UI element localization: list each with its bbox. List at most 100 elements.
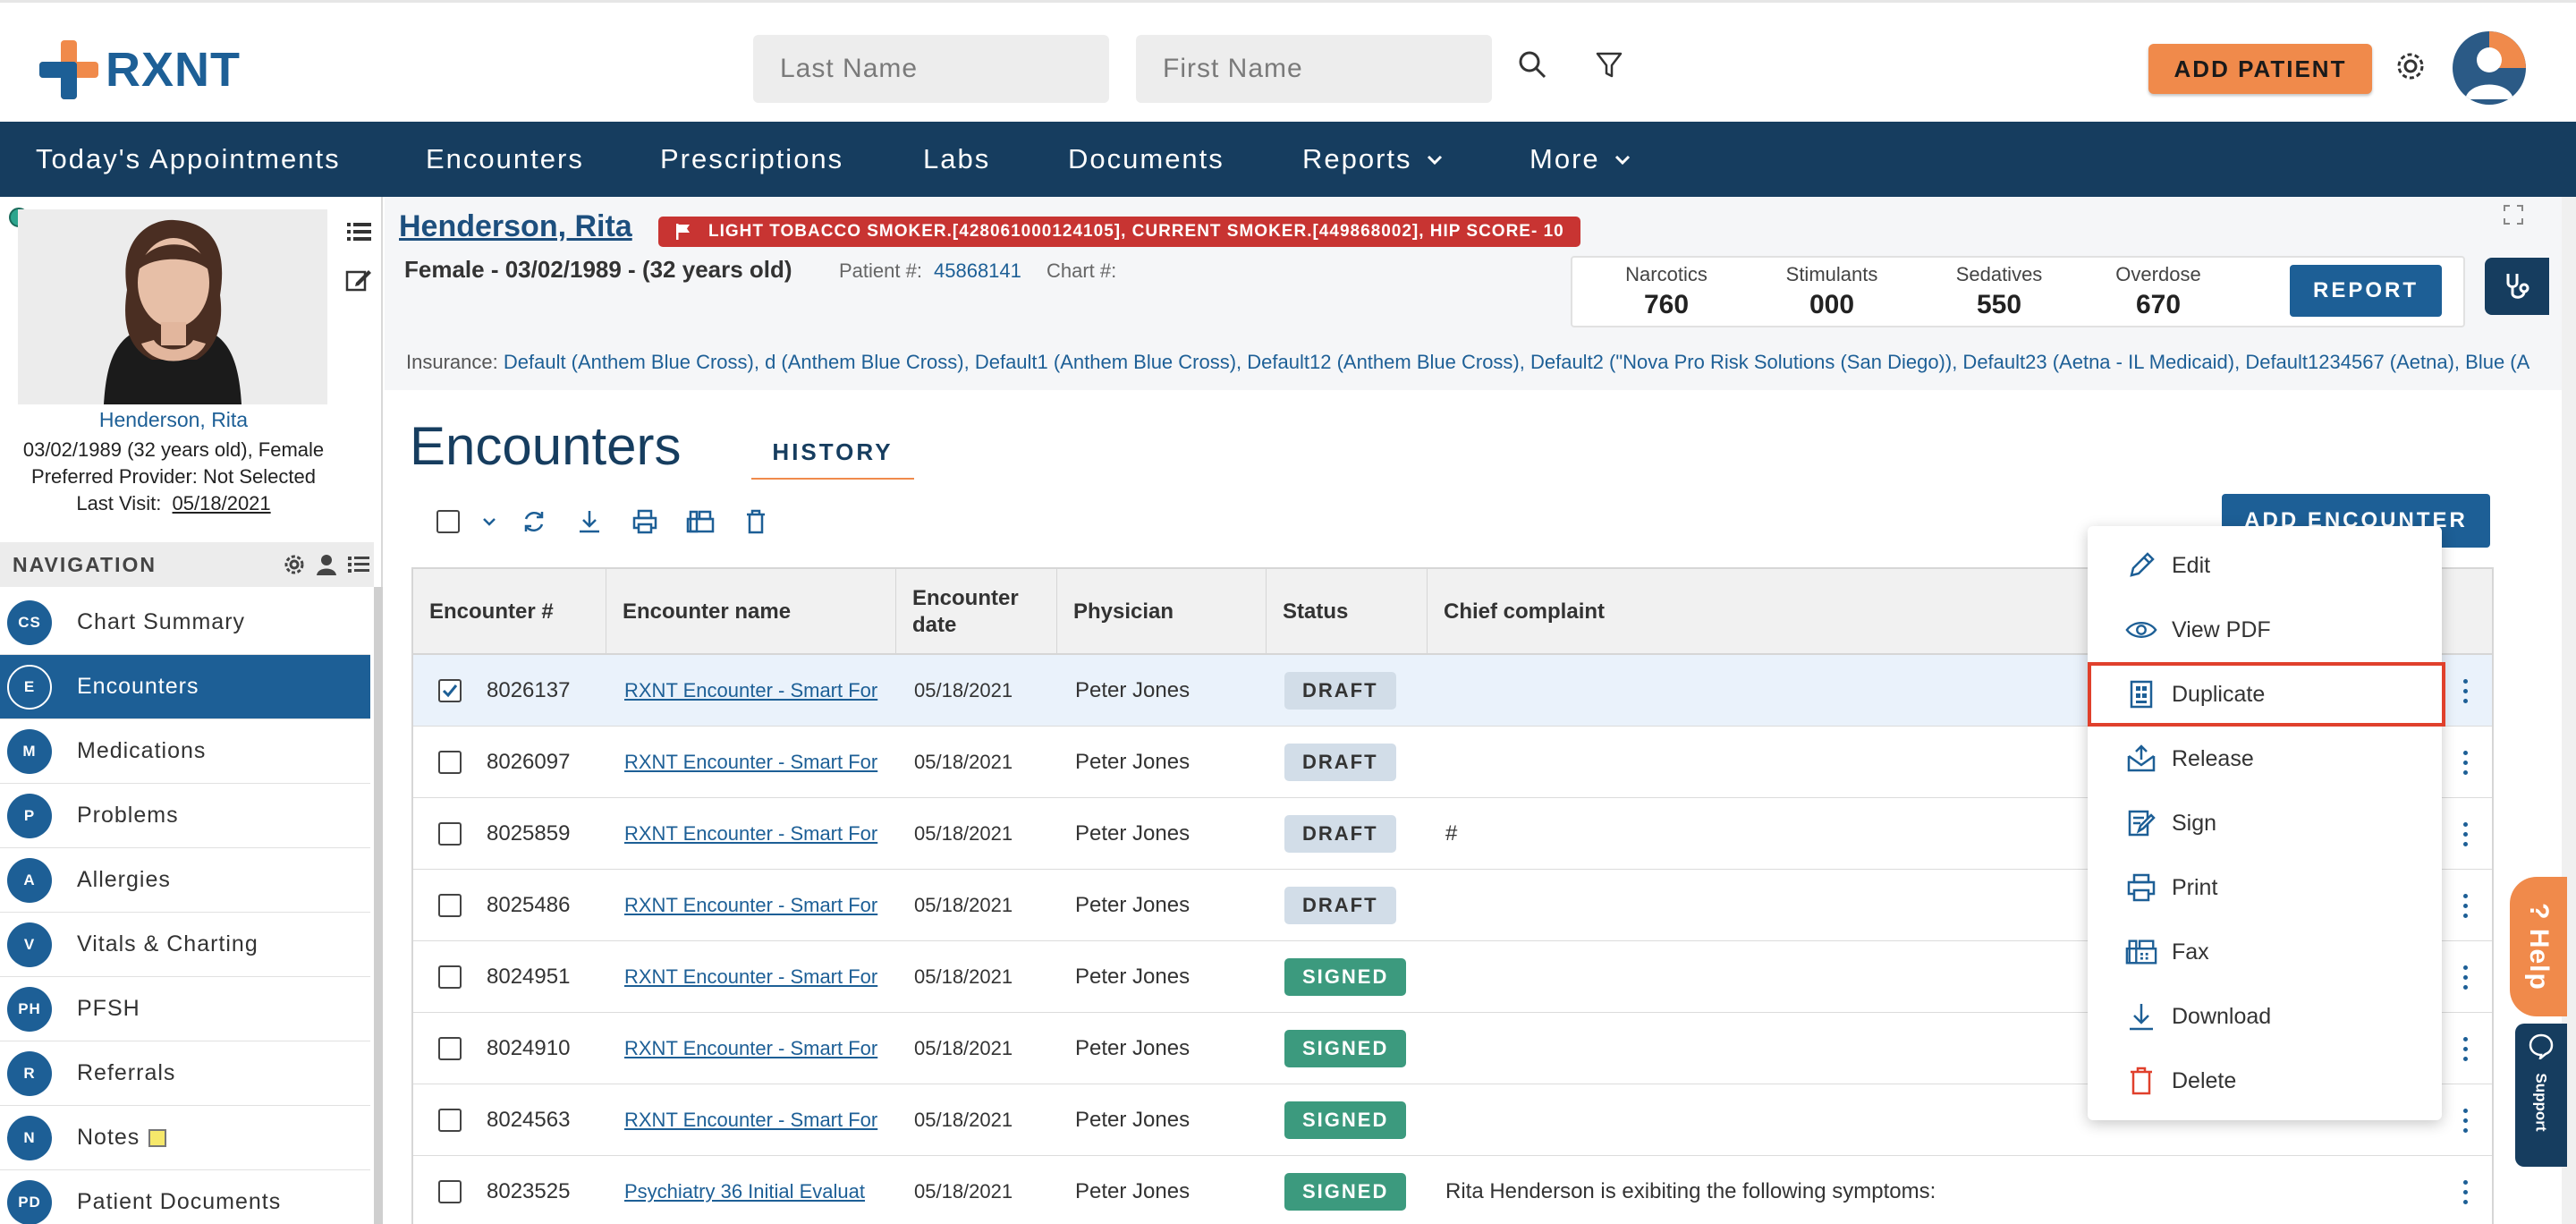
sidebar-scrollbar[interactable] [374, 587, 383, 1224]
row-actions-kebab-icon[interactable] [2447, 1084, 2483, 1156]
sidebar-item-encounters[interactable]: E Encounters [0, 655, 370, 719]
last-name-input[interactable] [753, 35, 1109, 103]
search-icon[interactable] [1510, 42, 1555, 87]
encounter-name-link[interactable]: RXNT Encounter - Smart For [624, 727, 893, 798]
top-header: RXNT ADD PATIENT [0, 0, 2576, 122]
row-actions-kebab-icon[interactable] [2447, 870, 2483, 941]
sidebar-item-vitals[interactable]: V Vitals & Charting [0, 913, 370, 977]
row-actions-kebab-icon[interactable] [2447, 798, 2483, 870]
support-tab[interactable]: Support [2515, 1024, 2567, 1167]
select-all-checkbox[interactable] [436, 510, 460, 533]
patient-name-link[interactable]: Henderson, Rita [399, 209, 632, 244]
row-checkbox[interactable] [438, 822, 462, 846]
status-cell: SIGNED [1284, 941, 1407, 1013]
add-patient-button[interactable]: ADD PATIENT [2148, 44, 2372, 94]
column-encounter-date[interactable]: Encounter date [896, 569, 1057, 655]
sidebar-item-medications[interactable]: M Medications [0, 719, 370, 784]
nav-user-icon[interactable] [315, 553, 338, 576]
encounter-name-link[interactable]: RXNT Encounter - Smart For [624, 655, 893, 727]
row-actions-kebab-icon[interactable] [2447, 1156, 2483, 1224]
sidebar-item-notes[interactable]: N Notes [0, 1106, 370, 1170]
row-actions-kebab-icon[interactable] [2447, 1013, 2483, 1084]
stethoscope-icon[interactable] [2485, 258, 2549, 315]
report-button[interactable]: REPORT [2290, 265, 2442, 317]
sidebar-item-label: Notes [77, 1125, 140, 1150]
last-visit-date[interactable]: 05/18/2021 [173, 492, 271, 514]
column-encounter-number[interactable]: Encounter # [413, 569, 606, 655]
row-checkbox[interactable] [438, 894, 462, 917]
column-encounter-name[interactable]: Encounter name [606, 569, 896, 655]
row-checkbox[interactable] [438, 679, 462, 702]
user-avatar[interactable] [2453, 31, 2526, 105]
row-actions-kebab-icon[interactable] [2447, 941, 2483, 1013]
menu-item-edit[interactable]: Edit [2088, 533, 2442, 598]
sidebar-item-allergies[interactable]: A Allergies [0, 848, 370, 913]
nav-todays-appointments[interactable]: Today's Appointments [36, 143, 341, 175]
page-title: Encounters [410, 416, 682, 476]
trash-icon[interactable] [741, 506, 771, 537]
sidebar-item-referrals[interactable]: R Referrals [0, 1041, 370, 1106]
encounter-name-link[interactable]: RXNT Encounter - Smart For [624, 941, 893, 1013]
fax-icon[interactable] [685, 506, 716, 537]
download-icon[interactable] [574, 506, 605, 537]
encounter-date: 05/18/2021 [914, 1109, 1013, 1131]
status-badge: DRAFT [1284, 887, 1396, 924]
select-chevron-down-icon[interactable] [474, 506, 504, 537]
filter-icon[interactable] [1587, 42, 1631, 87]
column-status[interactable]: Status [1267, 569, 1428, 655]
print-icon[interactable] [630, 506, 660, 537]
sidebar-patient-name[interactable]: Henderson, Rita [0, 408, 347, 432]
insurance-list[interactable]: Default (Anthem Blue Cross), d (Anthem B… [504, 351, 2529, 373]
menu-item-print[interactable]: Print [2088, 855, 2442, 920]
sidebar-item-label: Encounters [77, 674, 199, 699]
row-actions-kebab-icon[interactable] [2447, 655, 2483, 727]
table-row[interactable]: 8023525 Psychiatry 36 Initial Evaluat 05/1… [413, 1156, 2492, 1224]
menu-item-fax[interactable]: Fax [2088, 920, 2442, 984]
sidebar-preferred-provider: Preferred Provider: Not Selected [31, 465, 316, 488]
list-icon[interactable] [343, 217, 374, 247]
menu-item-view-pdf[interactable]: View PDF [2088, 598, 2442, 662]
row-checkbox-cell [438, 798, 462, 870]
encounter-name-link[interactable]: Psychiatry 36 Initial Evaluat [624, 1156, 893, 1224]
nav-prescriptions[interactable]: Prescriptions [660, 143, 843, 175]
encounter-name-link[interactable]: RXNT Encounter - Smart For [624, 1013, 893, 1084]
menu-item-release[interactable]: Release [2088, 727, 2442, 791]
row-checkbox[interactable] [438, 965, 462, 989]
nav-reports[interactable]: Reports [1302, 143, 1445, 175]
refresh-icon[interactable] [519, 506, 549, 537]
physician-name: Peter Jones [1075, 1036, 1191, 1060]
column-physician[interactable]: Physician [1057, 569, 1267, 655]
expand-icon[interactable] [2503, 204, 2524, 230]
risk-stimulants: Stimulants 000 [1769, 263, 1894, 320]
help-tab[interactable]: ? Help [2510, 877, 2567, 1016]
row-checkbox[interactable] [438, 1109, 462, 1132]
edit-patient-icon[interactable] [343, 265, 374, 295]
first-name-input[interactable] [1136, 35, 1492, 103]
sidebar-item-pfsh[interactable]: PH PFSH [0, 977, 370, 1041]
nav-settings-icon[interactable] [283, 553, 306, 576]
sidebar-item-chart-summary[interactable]: CS Chart Summary [0, 591, 370, 655]
rxnt-logo[interactable]: RXNT [39, 38, 241, 101]
menu-item-sign[interactable]: Sign [2088, 791, 2442, 855]
nav-more[interactable]: More [1530, 143, 1632, 175]
row-actions-kebab-icon[interactable] [2447, 727, 2483, 798]
sidebar-item-problems[interactable]: P Problems [0, 784, 370, 848]
row-checkbox[interactable] [438, 1037, 462, 1060]
menu-item-label: Download [2172, 1003, 2272, 1029]
encounter-name-link[interactable]: RXNT Encounter - Smart For [624, 798, 893, 870]
alert-text: LIGHT TOBACCO SMOKER.[428061000124105], … [708, 222, 1564, 241]
gear-icon[interactable] [2388, 44, 2433, 89]
encounter-name-link[interactable]: RXNT Encounter - Smart For [624, 1084, 893, 1156]
nav-labs[interactable]: Labs [923, 143, 990, 175]
nav-encounters[interactable]: Encounters [426, 143, 584, 175]
row-checkbox[interactable] [438, 1180, 462, 1203]
nav-documents[interactable]: Documents [1068, 143, 1224, 175]
menu-item-delete[interactable]: Delete [2088, 1049, 2442, 1113]
menu-item-download[interactable]: Download [2088, 984, 2442, 1049]
encounter-name-link[interactable]: RXNT Encounter - Smart For [624, 870, 893, 941]
nav-list-icon[interactable] [347, 553, 370, 576]
menu-item-duplicate[interactable]: Duplicate [2088, 662, 2445, 727]
tab-history[interactable]: HISTORY [751, 438, 914, 480]
row-checkbox[interactable] [438, 751, 462, 774]
sidebar-item-patient-documents[interactable]: PD Patient Documents [0, 1170, 370, 1224]
